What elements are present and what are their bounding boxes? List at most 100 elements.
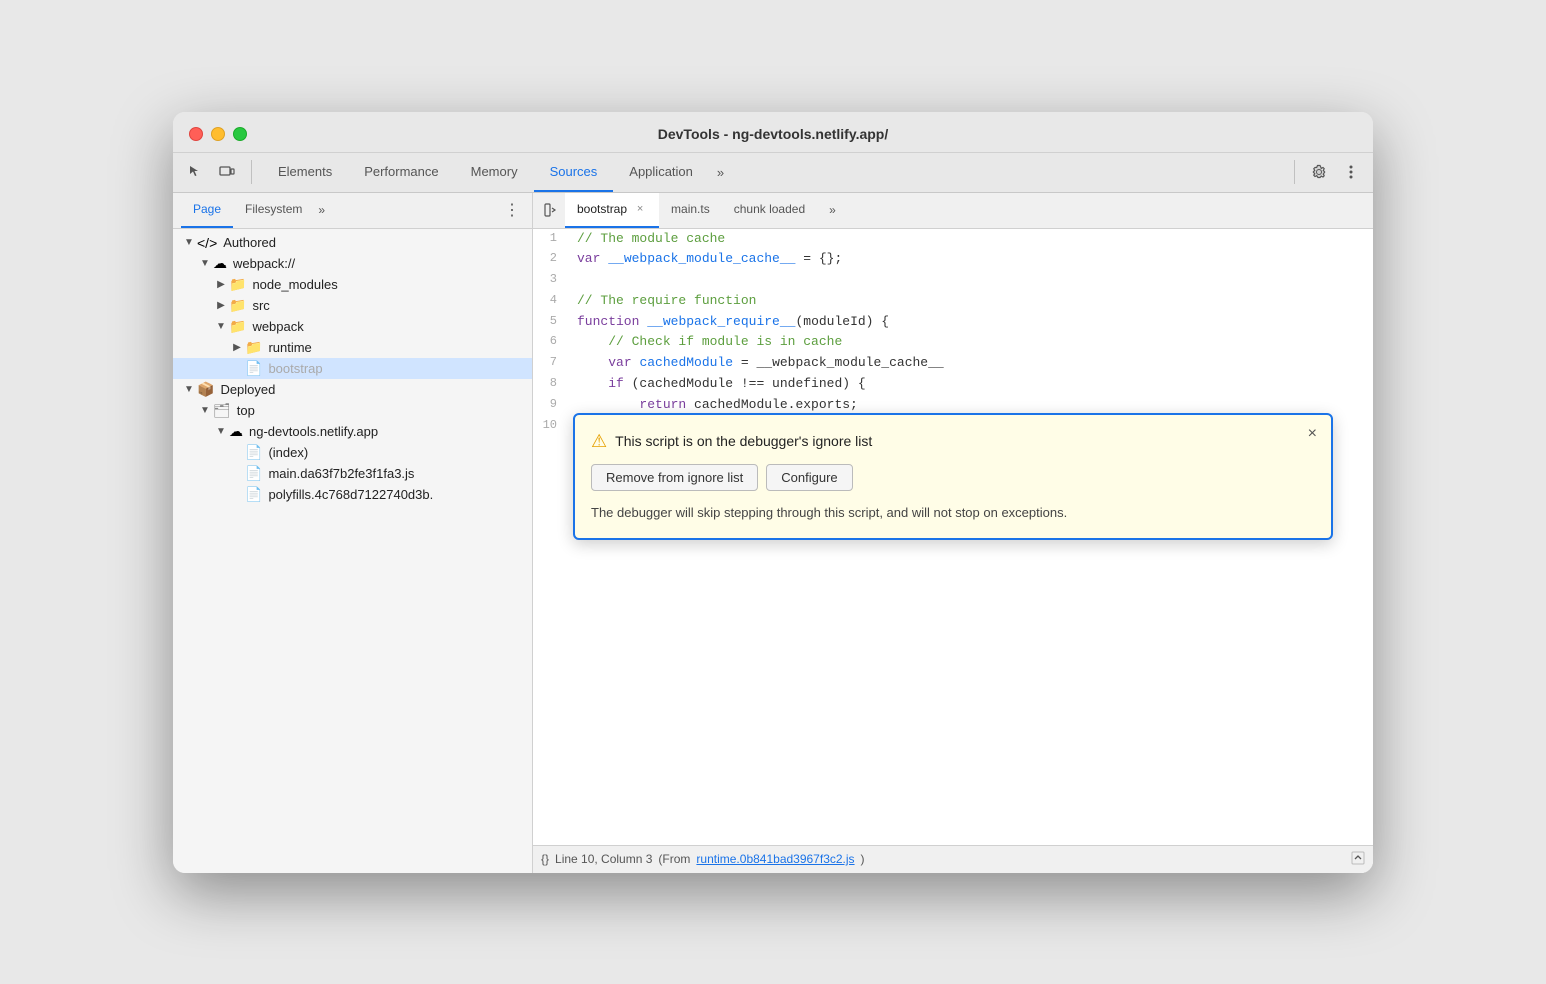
cloud-icon-netlify: ☁ [229,423,243,440]
file-icon-polyfills: 📄 [245,486,262,503]
more-options-icon[interactable] [1337,158,1365,186]
folder-empty-icon-top: 🗂 [213,402,231,419]
code-line-4: 4 // The require function [533,291,1373,312]
tree-item-top[interactable]: ▼ 🗂 top [173,400,532,421]
line-num-1: 1 [533,229,573,250]
line-num-10: 10 [533,416,573,437]
close-button[interactable] [189,127,203,141]
line-num-7: 7 [533,353,573,374]
status-from-label: (From [658,852,690,866]
tree-arrow-runtime: ▶ [229,342,245,353]
left-panel-more-tabs[interactable]: » [318,203,325,217]
popup-button-group: Remove from ignore list Configure [591,464,1315,491]
tree-label-webpack-folder: webpack [252,319,303,334]
tree-label-node-modules: node_modules [252,277,337,292]
tree-label-runtime: runtime [268,340,311,355]
editor-more-tabs[interactable]: » [821,203,844,217]
tab-bootstrap[interactable]: bootstrap × [565,193,659,228]
tree-arrow-webpack-folder: ▼ [213,321,229,332]
tree-arrow-top: ▼ [197,405,213,416]
toolbar-more-tabs[interactable]: » [709,165,732,180]
tab-application[interactable]: Application [613,153,709,192]
tree-item-runtime[interactable]: ▶ 📁 runtime [173,337,532,358]
code-line-6: 6 // Check if module is in cache [533,332,1373,353]
tree-item-netlify[interactable]: ▼ ☁ ng-devtools.netlify.app [173,421,532,442]
tree-arrow-netlify: ▼ [213,426,229,437]
toolbar-tab-list: Elements Performance Memory Sources Appl… [262,153,1284,192]
status-format-icon[interactable]: {} [541,852,549,866]
popup-header: ⚠ This script is on the debugger's ignor… [591,431,1315,452]
code-line-7: 7 var cachedModule = __webpack_module_ca… [533,353,1373,374]
folder-icon-runtime: 📁 [245,339,262,356]
tree-item-polyfills[interactable]: ▶ 📄 polyfills.4c768d7122740d3b. [173,484,532,505]
line-content-7: var cachedModule = __webpack_module_cach… [573,353,1373,374]
code-line-3: 3 [533,270,1373,291]
tree-item-src[interactable]: ▶ 📁 src [173,295,532,316]
status-position: Line 10, Column 3 [555,852,652,866]
line-num-6: 6 [533,332,573,353]
folder-icon-webpack: 📁 [229,318,246,335]
line-num-5: 5 [533,312,573,333]
toolbar-divider-1 [251,160,252,184]
tab-performance[interactable]: Performance [348,153,454,192]
tree-arrow-node-modules: ▶ [213,279,229,290]
main-toolbar: Elements Performance Memory Sources Appl… [173,153,1373,193]
tab-main-ts[interactable]: main.ts [659,193,722,228]
status-bar: {} Line 10, Column 3 (From runtime.0b841… [533,845,1373,873]
tree-item-node-modules[interactable]: ▶ 📁 node_modules [173,274,532,295]
folder-icon-src: 📁 [229,297,246,314]
configure-button[interactable]: Configure [766,464,852,491]
tree-item-bootstrap[interactable]: ▶ 📄 bootstrap [173,358,532,379]
cloud-icon-webpack: ☁ [213,255,227,272]
tree-item-webpack-proto[interactable]: ▼ ☁ webpack:// [173,253,532,274]
panel-tab-page[interactable]: Page [181,193,233,228]
editor-tab-bar: bootstrap × main.ts chunk loaded » [533,193,1373,229]
tab-elements[interactable]: Elements [262,153,348,192]
left-panel-tab-bar: Page Filesystem » ⋮ [173,193,532,229]
editor-collapse-icon[interactable] [537,196,565,224]
code-table: 1 // The module cache 2 var __webpack_mo… [533,229,1373,437]
file-icon-index: 📄 [245,444,262,461]
settings-icon[interactable] [1305,158,1333,186]
tab-bootstrap-close[interactable]: × [633,202,647,216]
line-content-5: function __webpack_require__(moduleId) { [573,312,1373,333]
popup-close-button[interactable]: × [1308,425,1317,443]
tree-arrow-authored: ▼ [181,237,197,248]
remove-from-ignore-list-button[interactable]: Remove from ignore list [591,464,758,491]
line-num-3: 3 [533,270,573,291]
line-content-1: // The module cache [573,229,1373,250]
toolbar-divider-2 [1294,160,1295,184]
tree-item-webpack-folder[interactable]: ▼ 📁 webpack [173,316,532,337]
line-content-3 [573,270,1373,291]
tree-section-authored[interactable]: ▼ </> Authored [173,233,532,253]
file-tree: ▼ </> Authored ▼ ☁ webpack:// ▶ 📁 node_m… [173,229,532,873]
tree-label-main-js: main.da63f7b2fe3f1fa3.js [268,466,414,481]
code-line-2: 2 var __webpack_module_cache__ = {}; [533,249,1373,270]
line-num-2: 2 [533,249,573,270]
status-close-paren: ) [861,852,865,866]
line-content-4: // The require function [573,291,1373,312]
left-panel: Page Filesystem » ⋮ ▼ </> Authored ▼ [173,193,533,873]
fullscreen-button[interactable] [233,127,247,141]
tree-item-main-js[interactable]: ▶ 📄 main.da63f7b2fe3f1fa3.js [173,463,532,484]
status-scroll-up[interactable] [1351,851,1365,868]
tab-chunk-loaded[interactable]: chunk loaded [722,193,817,228]
titlebar: DevTools - ng-devtools.netlify.app/ [173,112,1373,153]
tree-label-authored: Authored [223,235,276,250]
tree-label-bootstrap: bootstrap [268,361,322,376]
left-panel-menu-icon[interactable]: ⋮ [500,198,524,222]
line-num-8: 8 [533,374,573,395]
cube-icon: 📦 [197,381,214,398]
line-content-2: var __webpack_module_cache__ = {}; [573,249,1373,270]
tree-section-deployed[interactable]: ▼ 📦 Deployed [173,379,532,400]
status-source-link[interactable]: runtime.0b841bad3967f3c2.js [696,852,854,866]
device-toggle-icon[interactable] [213,158,241,186]
tree-item-index[interactable]: ▶ 📄 (index) [173,442,532,463]
tab-memory[interactable]: Memory [455,153,534,192]
inspect-icon[interactable] [181,158,209,186]
tab-sources[interactable]: Sources [534,153,614,192]
tree-label-netlify: ng-devtools.netlify.app [249,424,378,439]
minimize-button[interactable] [211,127,225,141]
line-num-9: 9 [533,395,573,416]
panel-tab-filesystem[interactable]: Filesystem [233,193,314,228]
